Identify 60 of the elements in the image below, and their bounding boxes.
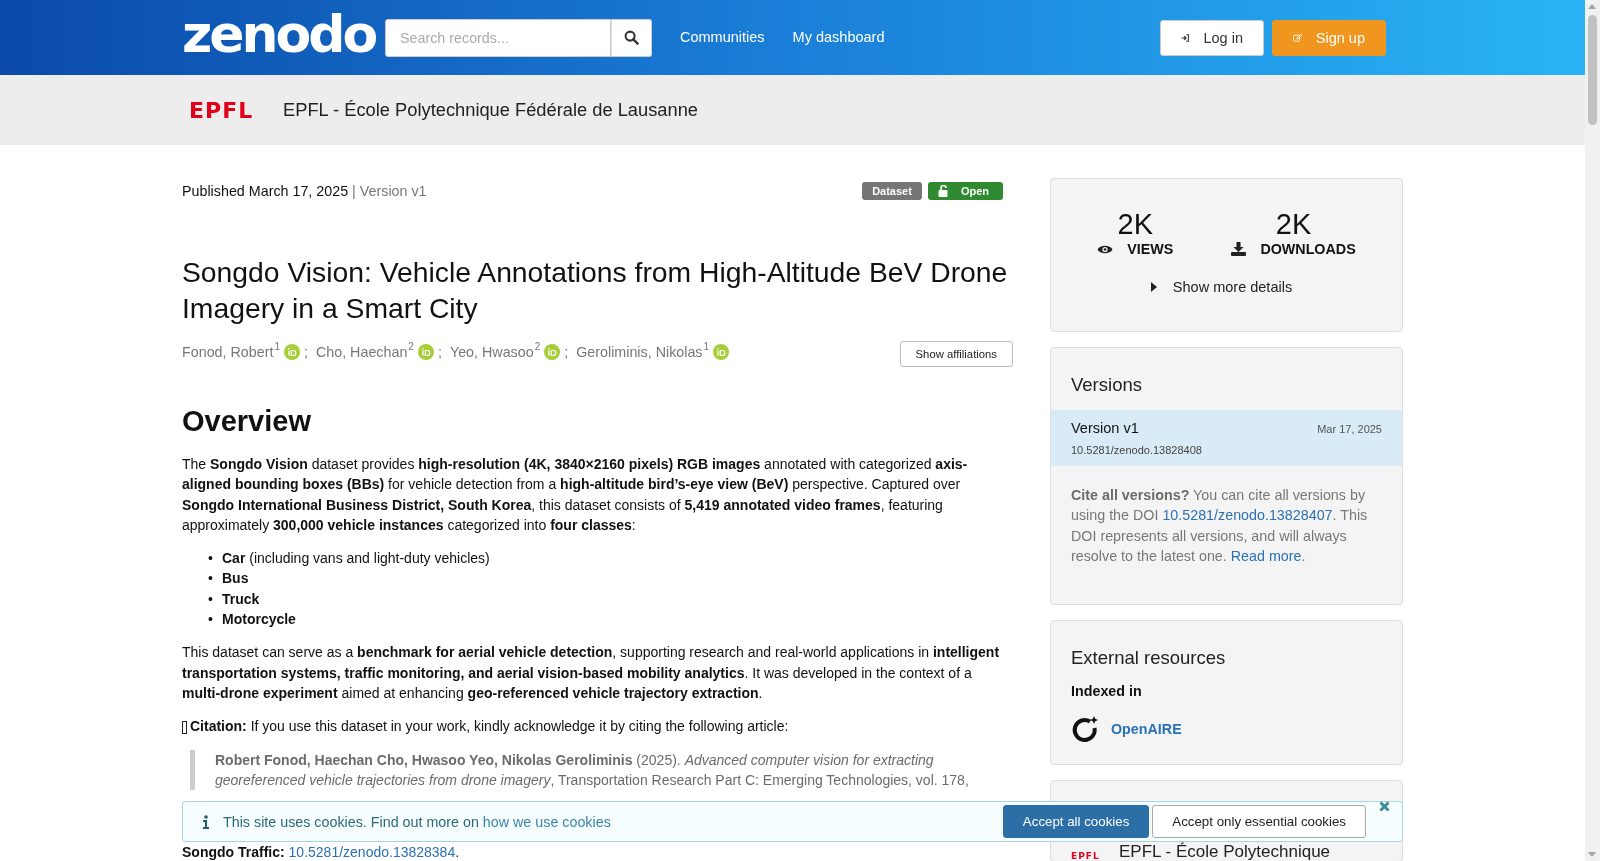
type-badge: Dataset — [862, 182, 922, 200]
record-title: Songdo Vision: Vehicle Annotations from High-Altitude BeV Drone Imagery in a Smart City — [182, 255, 1008, 326]
version-doi: 10.5281/zenodo.13828408 — [1071, 444, 1203, 456]
citation-quote: Robert Fonod, Haechan Cho, Hwasoo Yeo, Nikolas Geroliminis (2025). Advanced computer vision for extracting georeferenced vehicle trajectories from drone imagery, Transportation Research Part C: Emerging Technologies, vol. 178, — [190, 749, 1008, 791]
affiliation-number: 2 — [534, 340, 541, 352]
show-more-details-link[interactable]: Show more details — [1041, 279, 1402, 295]
paragraph: The Songdo Vision dataset provides high-resolution (4K, 3840×2160 pixels) RGB images annotated with categorized axis-aligned bounding boxes (BBs) for vehicle detection from a high-altitude bird’s-eye view (BeV) perspective. Captured over Songdo International Business District, South Korea, this dataset consists of 5,419 annotated video frames, featuring approximately 300,000 vehicle instances categorized into four classes: — [182, 455, 969, 535]
community-name[interactable]: EPFL - École Polytechnique Fédérale de Lausanne — [283, 99, 698, 121]
link[interactable]: 10.5281/zenodo.13828407 — [1162, 507, 1333, 524]
paragraph: Songdo Traffic: 10.5281/zenodo.13828384. — [182, 843, 461, 861]
card-title: Versions — [1070, 373, 1143, 397]
nav-link[interactable]: Communities — [680, 28, 765, 45]
zenodo-logo[interactable]: zenodo — [182, 7, 385, 60]
bullet: • — [208, 549, 214, 569]
publication-date: Published March 17, 2025 — [182, 183, 349, 199]
version-date: Mar 17, 2025 — [1317, 423, 1382, 435]
nav-link[interactable]: My dashboard — [792, 28, 885, 45]
list-item: Bus — [222, 569, 249, 589]
stat-value: 2K — [1275, 209, 1312, 239]
login-button[interactable]: Log in — [1160, 19, 1264, 56]
stat-label: VIEWS — [1127, 241, 1174, 257]
author-name[interactable]: Cho, Haechan — [315, 343, 408, 360]
bullet: • — [208, 610, 214, 630]
access-badge: Open — [927, 182, 1003, 200]
author-name[interactable]: Fonod, Robert — [182, 343, 274, 360]
author-name[interactable]: Yeo, Hwasoo — [449, 343, 534, 360]
separator: ; — [303, 343, 308, 360]
indexed-in-label: Indexed in — [1070, 683, 1143, 699]
link[interactable]: how we use cookies — [482, 813, 611, 830]
list-item: Motorcycle — [222, 610, 296, 630]
bullet: • — [208, 589, 214, 609]
community-name[interactable]: EPFL - École Polytechnique — [1119, 843, 1331, 861]
accept-essential-button[interactable]: Accept only essential cookies — [1152, 805, 1366, 838]
list-item: Truck — [222, 589, 260, 609]
list-item: Car (including vans and light-duty vehicles) — [222, 549, 490, 569]
stat-value: 2K — [1117, 209, 1154, 239]
version-label: | Version v1 — [351, 183, 427, 199]
version-item[interactable]: Version v1 Mar 17, 2025 10.5281/zenodo.13828408 — [1051, 410, 1402, 466]
link[interactable]: Read more — [1230, 547, 1302, 564]
show-affiliations-button[interactable]: Show affiliations — [899, 341, 1013, 367]
separator: ; — [437, 343, 442, 360]
accept-all-button[interactable]: Accept all cookies — [1002, 805, 1150, 838]
card-title: External resources — [1070, 646, 1227, 670]
cite-all-note: Cite all versions? You can cite all versions by using the DOI 10.5281/zenodo.13828407. This DOI represents all versions, and will always resolve to the latest one. Read more. — [1070, 486, 1369, 566]
epfl-logo: EPFL — [188, 97, 255, 123]
author-name[interactable]: Geroliminis, Nikolas — [576, 343, 703, 360]
version-name: Version v1 — [1071, 420, 1139, 436]
cookie-message: This site uses cookies. Find out more on how we use cookies — [223, 813, 611, 830]
openaire-link[interactable]: OpenAIRE — [1111, 721, 1182, 737]
separator: ; — [564, 343, 569, 360]
paragraph: Citation: If you use this dataset in your work, kindly acknowledge it by citing the following article: — [190, 717, 789, 737]
section-heading: Overview — [182, 405, 312, 438]
bullet: • — [208, 569, 214, 589]
paragraph: This dataset can serve as a benchmark for aerial vehicle detection, supporting research and real-world applications in intelligent transportation systems, traffic monitoring, and aerial vision-based mobility analytics. It was developed in the context of a multi-drone experiment aimed at enhancing geo-referenced vehicle trajectory extraction. — [182, 643, 1001, 703]
epfl-logo: EPFL — [1071, 851, 1101, 861]
affiliation-number: 2 — [408, 340, 414, 352]
affiliation-number: 1 — [703, 340, 710, 352]
search-field[interactable]: Search records... — [385, 18, 611, 57]
affiliation-number: 1 — [274, 340, 280, 352]
stat-label: DOWNLOADS — [1260, 241, 1356, 257]
